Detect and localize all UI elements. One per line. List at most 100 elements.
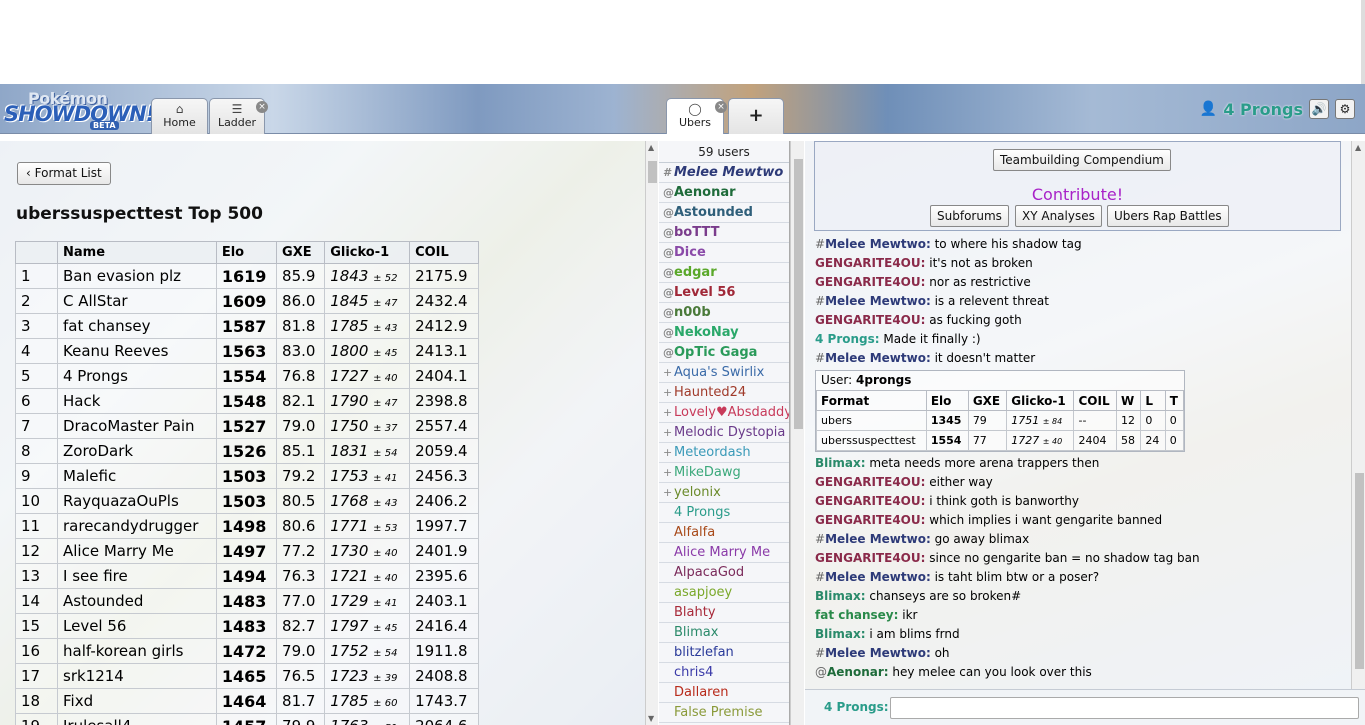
rank-cell: 19 bbox=[15, 713, 58, 725]
name-cell[interactable]: Alice Marry Me bbox=[57, 538, 217, 564]
userlist-item[interactable]: @edgar bbox=[659, 263, 789, 283]
gxe-cell: 82.7 bbox=[276, 613, 326, 639]
gxe-cell: 79.9 bbox=[276, 713, 326, 725]
gear-icon[interactable]: ⚙ bbox=[1335, 99, 1355, 119]
userlist-item[interactable]: @Aenonar bbox=[659, 183, 789, 203]
name-cell[interactable]: Fixd bbox=[57, 688, 217, 714]
userlist-item[interactable]: @Level 56 bbox=[659, 283, 789, 303]
name-cell[interactable]: I see fire bbox=[57, 563, 217, 589]
chat-message-author[interactable]: #Melee Mewtwo: bbox=[815, 237, 931, 251]
chat-message-author[interactable]: GENGARITE4OU: bbox=[815, 275, 925, 289]
chat-message-author[interactable]: GENGARITE4OU: bbox=[815, 551, 925, 565]
name-cell[interactable]: Astounded bbox=[57, 588, 217, 614]
userlist-item[interactable]: + Meteordash bbox=[659, 443, 789, 463]
xy-analyses-button[interactable]: XY Analyses bbox=[1015, 205, 1102, 227]
tab-ubers[interactable]: ◯ Ubers × bbox=[666, 98, 727, 134]
chat-message-author[interactable]: #Melee Mewtwo: bbox=[815, 570, 931, 584]
userlist-item[interactable]: Alice Marry Me bbox=[659, 543, 789, 563]
tab-home[interactable]: ⌂ Home bbox=[151, 98, 208, 134]
chat-message-author[interactable]: 4 Prongs: bbox=[815, 332, 880, 346]
userlist-item[interactable]: Dallaren bbox=[659, 683, 789, 703]
chat-message-author[interactable]: fat chansey: bbox=[815, 608, 898, 622]
user-group-symbol: # bbox=[815, 294, 826, 308]
new-tab-button[interactable]: + bbox=[728, 98, 784, 134]
userlist-item[interactable]: Alfalfa bbox=[659, 523, 789, 543]
userlist-item[interactable]: @NekoNay bbox=[659, 323, 789, 343]
name-cell[interactable]: Level 56 bbox=[57, 613, 217, 639]
volume-icon[interactable]: 🔊 bbox=[1309, 99, 1329, 119]
ladder-scrollbar[interactable]: ▲ ▼ bbox=[645, 141, 658, 725]
userlist-item[interactable]: Blahty bbox=[659, 603, 789, 623]
name-cell[interactable]: Malefic bbox=[57, 463, 217, 489]
scroll-up-arrow-icon[interactable]: ▲ bbox=[648, 143, 654, 152]
chat-message-author[interactable]: Blimax: bbox=[815, 627, 866, 641]
userlist-item[interactable]: AlpacaGod bbox=[659, 563, 789, 583]
userlist-item[interactable]: # Melee Mewtwo bbox=[659, 163, 789, 183]
chat-message-author[interactable]: GENGARITE4OU: bbox=[815, 313, 925, 327]
userlist-item[interactable]: @OpTic Gaga bbox=[659, 343, 789, 363]
name-cell[interactable]: Keanu Reeves bbox=[57, 338, 217, 364]
chat-message-author[interactable]: GENGARITE4OU: bbox=[815, 513, 925, 527]
name-cell[interactable]: 4 Prongs bbox=[57, 363, 217, 389]
name-cell[interactable]: DracoMaster Pain bbox=[57, 413, 217, 439]
name-cell[interactable]: Ban evasion plz bbox=[57, 263, 217, 289]
userlist-item[interactable]: False Premise bbox=[659, 703, 789, 723]
ubers-rap-battles-button[interactable]: Ubers Rap Battles bbox=[1107, 205, 1229, 227]
userlist-item[interactable]: chris4 bbox=[659, 663, 789, 683]
name-cell[interactable]: RayquazaOuPls bbox=[57, 488, 217, 514]
name-cell[interactable]: Hack bbox=[57, 388, 217, 414]
userlist-scrollbar[interactable] bbox=[790, 141, 804, 725]
format-list-button[interactable]: ‹ Format List bbox=[17, 162, 111, 185]
current-username[interactable]: 4 Prongs bbox=[1223, 100, 1303, 119]
chat-message-author[interactable]: GENGARITE4OU: bbox=[815, 475, 925, 489]
chat-message-author[interactable]: #Melee Mewtwo: bbox=[815, 294, 931, 308]
chevron-left-icon: ‹ bbox=[26, 166, 35, 180]
userlist-item[interactable]: @Dice bbox=[659, 243, 789, 263]
tab-ladder[interactable]: ☰ Ladder × bbox=[209, 98, 268, 134]
userlist-item[interactable]: @Astounded bbox=[659, 203, 789, 223]
name-cell[interactable]: rarecandydrugger bbox=[57, 513, 217, 539]
userlist-item[interactable]: asapjoey bbox=[659, 583, 789, 603]
chat-message-author[interactable]: @Aenonar: bbox=[815, 665, 889, 679]
scroll-down-arrow-icon[interactable]: ▼ bbox=[648, 714, 654, 723]
chat-scrollbar[interactable]: ▲ bbox=[1351, 141, 1365, 689]
name-cell[interactable]: ZoroDark bbox=[57, 438, 217, 464]
chat-message-input[interactable] bbox=[890, 697, 1359, 719]
userlist-item[interactable]: + Lovely♥Absdaddy bbox=[659, 403, 789, 423]
close-icon[interactable]: × bbox=[256, 101, 268, 113]
userlist-item[interactable]: + Melodic Dystopia bbox=[659, 423, 789, 443]
chat-message-author[interactable]: GENGARITE4OU: bbox=[815, 494, 925, 508]
browser-scrollbar[interactable] bbox=[1361, 0, 1365, 84]
userlist-item[interactable]: + Aqua's Swirlix bbox=[659, 363, 789, 383]
chat-message-author[interactable]: Blimax: bbox=[815, 456, 866, 470]
close-icon[interactable]: × bbox=[715, 101, 727, 113]
chat-message-author[interactable]: #Melee Mewtwo: bbox=[815, 351, 931, 365]
chat-message-author[interactable]: #Melee Mewtwo: bbox=[815, 532, 931, 546]
chat-scroll-thumb[interactable] bbox=[1355, 473, 1364, 669]
userlist-item[interactable]: @n00b bbox=[659, 303, 789, 323]
userlist-item[interactable]: + yelonix bbox=[659, 483, 789, 503]
chat-message-text: is taht blim btw or a poser? bbox=[934, 570, 1100, 584]
ladder-header-row: Name Elo GXE Glicko-1 COIL bbox=[15, 241, 479, 264]
scroll-up-arrow-icon[interactable]: ▲ bbox=[1355, 143, 1361, 152]
subforums-button[interactable]: Subforums bbox=[930, 205, 1009, 227]
userlist-item[interactable]: 4 Prongs bbox=[659, 503, 789, 523]
name-cell[interactable]: Irulesall4 bbox=[57, 713, 217, 725]
name-cell[interactable]: half-korean girls bbox=[57, 638, 217, 664]
userlist-item[interactable]: + Haunted24 bbox=[659, 383, 789, 403]
name-cell[interactable]: srk1214 bbox=[57, 663, 217, 689]
userlist-item[interactable]: @boTTT bbox=[659, 223, 789, 243]
teambuilding-compendium-button[interactable]: Teambuilding Compendium bbox=[993, 149, 1171, 171]
chat-message-author[interactable]: GENGARITE4OU: bbox=[815, 256, 925, 270]
userlist-item[interactable]: Blimax bbox=[659, 623, 789, 643]
elo-cell: 1472 bbox=[215, 638, 278, 664]
chat-message-author[interactable]: Blimax: bbox=[815, 589, 866, 603]
name-cell[interactable]: C AllStar bbox=[57, 288, 217, 314]
gxe-cell: 79.0 bbox=[276, 413, 326, 439]
userlist-item[interactable]: + MikeDawg bbox=[659, 463, 789, 483]
userlist-scroll-thumb[interactable] bbox=[794, 159, 803, 429]
chat-message-author[interactable]: #Melee Mewtwo: bbox=[815, 646, 931, 660]
name-cell[interactable]: fat chansey bbox=[57, 313, 217, 339]
userlist-item[interactable]: blitzlefan bbox=[659, 643, 789, 663]
ladder-scroll-thumb[interactable] bbox=[648, 161, 657, 183]
